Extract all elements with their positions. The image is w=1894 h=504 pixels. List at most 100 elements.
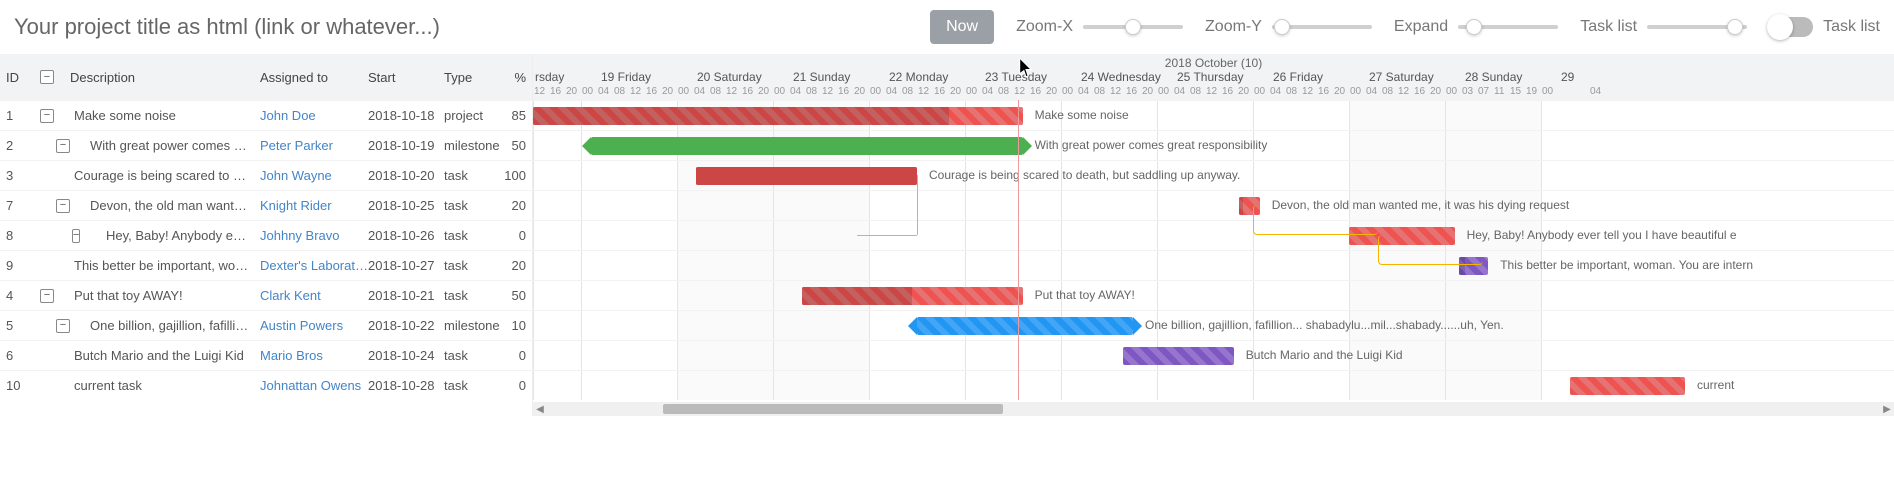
row-expand-toggle[interactable]: − <box>56 199 70 213</box>
chart-panel[interactable]: 2018 October (10) rsday19 Friday20 Satur… <box>533 54 1894 416</box>
table-row[interactable]: 1−Make some noiseJohn Doe2018-10-18proje… <box>0 100 532 130</box>
col-type[interactable]: Type <box>444 70 502 85</box>
table-row[interactable]: 5−One billion, gajillion, fafillion... s… <box>0 310 532 340</box>
col-start[interactable]: Start <box>368 70 444 85</box>
task-bar[interactable] <box>533 107 1023 125</box>
hour-label: 00 <box>1446 86 1457 97</box>
cell-id: 4 <box>6 288 40 303</box>
cell-id: 2 <box>6 138 40 153</box>
task-bar-label: current <box>1697 378 1734 392</box>
hour-label: 12 <box>630 86 641 97</box>
cell-type: milestone <box>444 138 502 153</box>
cell-start: 2018-10-26 <box>368 228 444 243</box>
cell-assigned[interactable]: Peter Parker <box>260 138 368 153</box>
hour-label: 16 <box>1414 86 1425 97</box>
cell-start: 2018-10-28 <box>368 378 444 393</box>
scroll-right-arrow[interactable]: ▶ <box>1882 404 1892 414</box>
hour-label: 07 <box>1478 86 1489 97</box>
hour-label: 20 <box>854 86 865 97</box>
zoom-x-slider[interactable] <box>1083 25 1183 29</box>
task-progress <box>1239 197 1243 215</box>
zoom-y-slider[interactable] <box>1272 25 1372 29</box>
table-row[interactable]: 8−Hey, Baby! Anybody ever tell y...Johhn… <box>0 220 532 250</box>
switch-knob[interactable] <box>1767 14 1793 40</box>
chart-h-scrollbar[interactable]: ◀ ▶ <box>533 402 1894 416</box>
expand-slider[interactable] <box>1458 25 1558 29</box>
col-description[interactable]: Description <box>70 70 260 85</box>
hour-label: 00 <box>1158 86 1169 97</box>
cell-assigned[interactable]: Austin Powers <box>260 318 368 333</box>
zoom-y-knob[interactable] <box>1274 19 1290 35</box>
tasklist-slider[interactable] <box>1647 25 1747 29</box>
task-list-panel: ID − Description Assigned to Start Type … <box>0 54 533 416</box>
day-label: 27 Saturday <box>1369 70 1434 84</box>
row-expand-toggle[interactable]: − <box>56 319 70 333</box>
zoom-y-control: Zoom-Y <box>1205 18 1372 36</box>
task-bar[interactable] <box>917 317 1133 335</box>
task-bar[interactable] <box>696 167 917 185</box>
row-expand-toggle[interactable]: − <box>40 289 54 303</box>
cell-type: task <box>444 378 502 393</box>
hour-label: 08 <box>710 86 721 97</box>
hour-label: 20 <box>1238 86 1249 97</box>
tasklist-switch[interactable] <box>1769 17 1813 37</box>
project-title[interactable]: Your project title as html (link or what… <box>14 14 440 40</box>
hour-label: 00 <box>678 86 689 97</box>
table-row[interactable]: 9This better be important, woma...Dexter… <box>0 250 532 280</box>
table-row[interactable]: 7−Devon, the old man wanted me...Knight … <box>0 190 532 220</box>
hour-label: 16 <box>646 86 657 97</box>
scroll-thumb[interactable] <box>663 404 1003 414</box>
expand-knob[interactable] <box>1466 19 1482 35</box>
hour-label: 16 <box>1126 86 1137 97</box>
day-label: 25 Thursday <box>1177 70 1244 84</box>
table-row[interactable]: 6Butch Mario and the Luigi KidMario Bros… <box>0 340 532 370</box>
task-progress <box>1459 257 1465 275</box>
table-row[interactable]: 4−Put that toy AWAY!Clark Kent2018-10-21… <box>0 280 532 310</box>
cell-assigned[interactable]: John Doe <box>260 108 368 123</box>
table-row[interactable]: 3Courage is being scared to dea...John W… <box>0 160 532 190</box>
scroll-left-arrow[interactable]: ◀ <box>535 404 545 414</box>
chart-row: One billion, gajillion, fafillion... sha… <box>533 310 1894 340</box>
task-bar-label: This better be important, woman. You are… <box>1500 258 1753 272</box>
cell-description: Courage is being scared to dea... <box>70 168 260 183</box>
hour-label: 08 <box>1382 86 1393 97</box>
task-bar[interactable] <box>802 287 1023 305</box>
hour-label: 08 <box>1286 86 1297 97</box>
row-expand-toggle[interactable]: − <box>40 109 54 123</box>
row-expand-toggle[interactable]: − <box>56 139 70 153</box>
col-assigned[interactable]: Assigned to <box>260 70 368 85</box>
cell-assigned[interactable]: Knight Rider <box>260 198 368 213</box>
day-label: 21 Sunday <box>793 70 850 84</box>
hour-label: 12 <box>534 86 545 97</box>
expand-all-toggle[interactable]: − <box>40 70 54 84</box>
calendar-hour-row: 1216200004081216200004081216200004081216… <box>533 86 1894 100</box>
hour-label: 04 <box>1174 86 1185 97</box>
chart-row: Butch Mario and the Luigi Kid <box>533 340 1894 370</box>
hour-label: 04 <box>790 86 801 97</box>
cell-start: 2018-10-27 <box>368 258 444 273</box>
tasklist-slider-label: Task list <box>1580 18 1637 36</box>
zoom-x-knob[interactable] <box>1125 19 1141 35</box>
task-bar[interactable] <box>1349 227 1455 245</box>
day-label: 26 Friday <box>1273 70 1323 84</box>
cell-assigned[interactable]: Clark Kent <box>260 288 368 303</box>
task-bar[interactable] <box>1123 347 1233 365</box>
cell-pct: 20 <box>502 198 532 213</box>
cell-assigned[interactable]: Johnattan Owens <box>260 378 368 393</box>
cell-assigned[interactable]: John Wayne <box>260 168 368 183</box>
cell-assigned[interactable]: Johhny Bravo <box>260 228 368 243</box>
table-row[interactable]: 10current taskJohnattan Owens2018-10-28t… <box>0 370 532 400</box>
day-label: 20 Saturday <box>697 70 762 84</box>
cell-assigned[interactable]: Dexter's Laboratory <box>260 258 368 273</box>
cell-description: With great power comes great r... <box>70 138 260 153</box>
tasklist-slider-knob[interactable] <box>1727 19 1743 35</box>
now-button[interactable]: Now <box>930 10 994 44</box>
task-bar[interactable] <box>1239 197 1260 215</box>
col-pct[interactable]: % <box>502 70 532 85</box>
task-bar[interactable] <box>591 137 1023 155</box>
table-row[interactable]: 2 −With great power comes great r...Peter… <box>0 130 532 160</box>
cell-assigned[interactable]: Mario Bros <box>260 348 368 363</box>
task-bar[interactable] <box>1570 377 1685 395</box>
task-bar[interactable] <box>1459 257 1488 275</box>
col-id[interactable]: ID <box>6 70 40 85</box>
